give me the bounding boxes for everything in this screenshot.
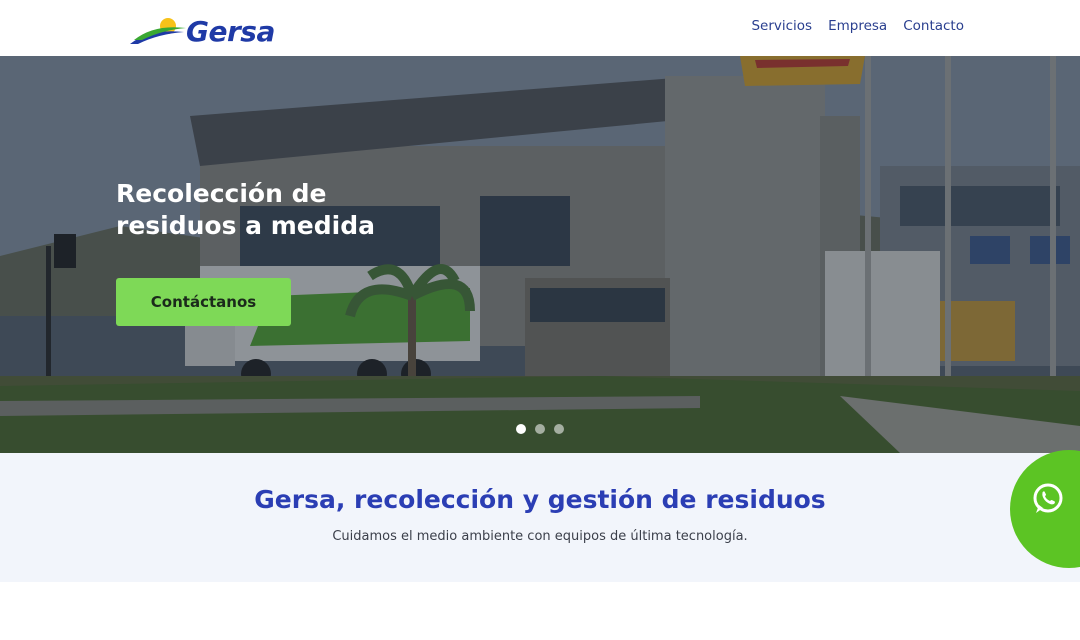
intro-section: Gersa, recolección y gestión de residuos… [0,453,1080,582]
slider-dot-3[interactable] [554,424,564,434]
slider-dot-2[interactable] [535,424,545,434]
nav-item-empresa[interactable]: Empresa [828,18,887,34]
contact-button[interactable]: Contáctanos [116,278,291,326]
whatsapp-icon [1033,483,1063,513]
hero-title: Recolección de residuos a medida [116,179,375,240]
hero-slider: Recolección de residuos a medida Contáct… [0,56,1080,453]
main-nav: Servicios Empresa Contacto [751,18,964,34]
section-subtitle: Cuidamos el medio ambiente con equipos d… [332,529,748,544]
site-header: Gersa Servicios Empresa Contacto [0,0,1080,56]
logo-wordmark: Gersa [186,15,275,48]
logo-sun-icon [130,18,186,44]
nav-item-servicios[interactable]: Servicios [751,18,812,34]
gersa-logo[interactable]: Gersa [128,12,288,48]
slider-dots [516,424,564,434]
section-title: Gersa, recolección y gestión de residuos [254,485,826,514]
nav-item-contacto[interactable]: Contacto [903,18,964,34]
hero-overlay [0,56,1080,453]
slider-dot-1[interactable] [516,424,526,434]
